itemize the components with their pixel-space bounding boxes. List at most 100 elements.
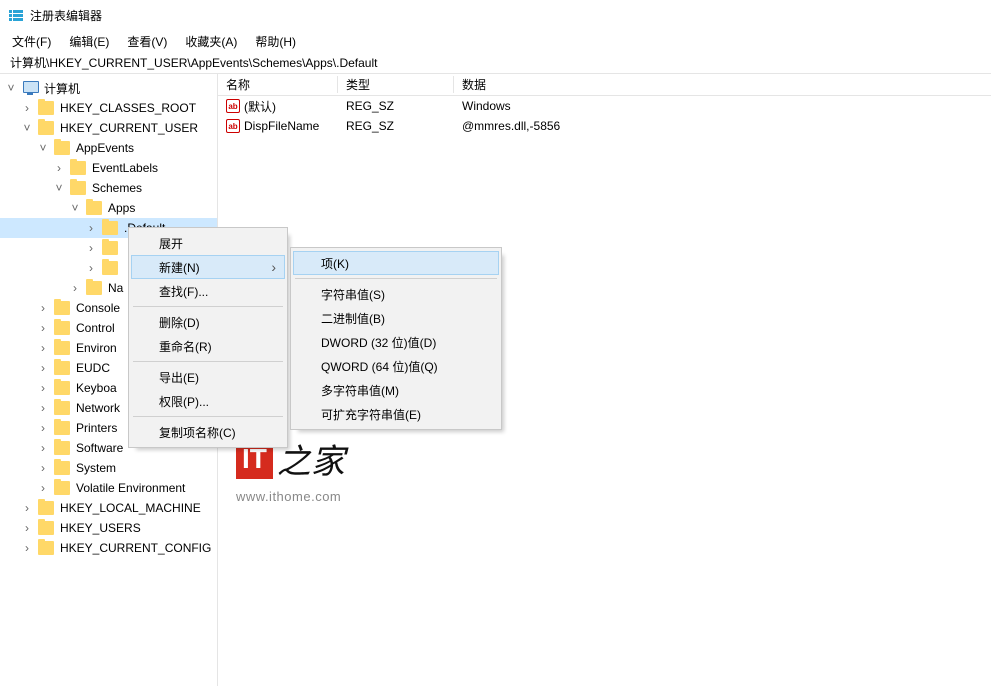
tree-node-schemes[interactable]: ˅Schemes — [0, 178, 217, 198]
ctx-new-multistring[interactable]: 多字符串值(M) — [293, 378, 499, 402]
chevron-right-icon[interactable]: › — [52, 162, 66, 174]
chevron-right-icon[interactable]: › — [20, 102, 34, 114]
ctx-find[interactable]: 查找(F)... — [131, 279, 285, 303]
chevron-right-icon[interactable]: › — [36, 362, 50, 374]
ctx-copy-key-name[interactable]: 复制项名称(C) — [131, 420, 285, 444]
string-value-icon: ab — [226, 119, 240, 133]
tree-node-hku[interactable]: ›HKEY_USERS — [0, 518, 217, 538]
tree-node-hklm[interactable]: ›HKEY_LOCAL_MACHINE — [0, 498, 217, 518]
chevron-down-icon[interactable]: ˅ — [36, 142, 50, 154]
value-name: (默认) — [244, 98, 276, 115]
menu-edit[interactable]: 编辑(E) — [61, 31, 117, 52]
col-header-data[interactable]: 数据 — [454, 76, 991, 93]
string-value-icon: ab — [226, 99, 240, 113]
folder-icon — [102, 241, 118, 255]
value-row[interactable]: ab DispFileName REG_SZ @mmres.dll,-5856 — [218, 116, 991, 136]
tree-node-appevents[interactable]: ˅AppEvents — [0, 138, 217, 158]
chevron-right-icon[interactable]: › — [36, 322, 50, 334]
tree-node-system[interactable]: ›System — [0, 458, 217, 478]
chevron-down-icon[interactable]: ˅ — [52, 182, 66, 194]
address-input[interactable] — [8, 55, 983, 71]
folder-icon — [38, 101, 54, 115]
chevron-right-icon[interactable]: › — [36, 342, 50, 354]
ctx-rename[interactable]: 重命名(R) — [131, 334, 285, 358]
chevron-down-icon[interactable]: ˅ — [4, 82, 18, 94]
ctx-delete[interactable]: 删除(D) — [131, 310, 285, 334]
chevron-right-icon[interactable]: › — [36, 422, 50, 434]
folder-icon — [86, 201, 102, 215]
chevron-down-icon[interactable]: ˅ — [20, 122, 34, 134]
ctx-new-binary[interactable]: 二进制值(B) — [293, 306, 499, 330]
tree-node-apps[interactable]: ˅Apps — [0, 198, 217, 218]
chevron-right-icon[interactable]: › — [20, 502, 34, 514]
ctx-new-key[interactable]: 项(K) — [293, 251, 499, 275]
tree-node-hkcr[interactable]: ›HKEY_CLASSES_ROOT — [0, 98, 217, 118]
ctx-expand[interactable]: 展开 — [131, 231, 285, 255]
ctx-new-qword[interactable]: QWORD (64 位)值(Q) — [293, 354, 499, 378]
menu-view[interactable]: 查看(V) — [119, 31, 175, 52]
folder-icon — [54, 141, 70, 155]
value-type: REG_SZ — [338, 119, 454, 133]
address-bar — [0, 52, 991, 74]
menu-help[interactable]: 帮助(H) — [247, 31, 304, 52]
context-submenu-new: 项(K) 字符串值(S) 二进制值(B) DWORD (32 位)值(D) QW… — [290, 247, 502, 430]
folder-icon — [38, 541, 54, 555]
tree-node-hkcu[interactable]: ˅HKEY_CURRENT_USER — [0, 118, 217, 138]
value-name: DispFileName — [244, 119, 319, 133]
folder-icon — [54, 301, 70, 315]
folder-icon — [54, 381, 70, 395]
menu-bar: 文件(F) 编辑(E) 查看(V) 收藏夹(A) 帮助(H) — [0, 30, 991, 52]
col-header-name[interactable]: 名称 — [218, 76, 338, 93]
folder-icon — [86, 281, 102, 295]
menu-favorites[interactable]: 收藏夹(A) — [177, 31, 245, 52]
regedit-window: 注册表编辑器 文件(F) 编辑(E) 查看(V) 收藏夹(A) 帮助(H) ˅计… — [0, 0, 991, 686]
chevron-right-icon[interactable]: › — [84, 242, 98, 254]
chevron-right-icon[interactable]: › — [36, 462, 50, 474]
context-menu-key: 展开 新建(N) 查找(F)... 删除(D) 重命名(R) 导出(E) 权限(… — [128, 227, 288, 448]
folder-icon — [38, 501, 54, 515]
ctx-export[interactable]: 导出(E) — [131, 365, 285, 389]
ctx-permissions[interactable]: 权限(P)... — [131, 389, 285, 413]
chevron-right-icon[interactable]: › — [36, 402, 50, 414]
tree-node-eventlabels[interactable]: ›EventLabels — [0, 158, 217, 178]
chevron-right-icon[interactable]: › — [36, 442, 50, 454]
chevron-right-icon[interactable]: › — [36, 482, 50, 494]
folder-icon — [38, 521, 54, 535]
value-data: @mmres.dll,-5856 — [454, 119, 991, 133]
title-bar[interactable]: 注册表编辑器 — [0, 0, 991, 30]
chevron-right-icon[interactable]: › — [20, 522, 34, 534]
folder-icon — [54, 401, 70, 415]
computer-icon — [22, 81, 38, 95]
watermark-url: www.ithome.com — [236, 489, 345, 504]
ctx-new-string[interactable]: 字符串值(S) — [293, 282, 499, 306]
value-row[interactable]: ab(默认) REG_SZ Windows — [218, 96, 991, 116]
folder-icon — [54, 481, 70, 495]
folder-icon — [38, 121, 54, 135]
tree-node-volenv[interactable]: ›Volatile Environment — [0, 478, 217, 498]
chevron-right-icon[interactable]: › — [36, 302, 50, 314]
tree-node-hkcc[interactable]: ›HKEY_CURRENT_CONFIG — [0, 538, 217, 558]
chevron-right-icon[interactable]: › — [36, 382, 50, 394]
folder-icon — [102, 221, 118, 235]
folder-icon — [54, 461, 70, 475]
chevron-down-icon[interactable]: ˅ — [68, 202, 82, 214]
chevron-right-icon[interactable]: › — [84, 262, 98, 274]
folder-icon — [70, 181, 86, 195]
ctx-separator — [133, 306, 283, 307]
folder-icon — [54, 441, 70, 455]
ctx-new-expandstring[interactable]: 可扩充字符串值(E) — [293, 402, 499, 426]
chevron-right-icon[interactable]: › — [20, 542, 34, 554]
ctx-new-dword[interactable]: DWORD (32 位)值(D) — [293, 330, 499, 354]
folder-icon — [54, 421, 70, 435]
folder-icon — [54, 321, 70, 335]
tree-root-computer[interactable]: ˅计算机 — [0, 78, 217, 98]
col-header-type[interactable]: 类型 — [338, 76, 454, 93]
chevron-right-icon[interactable]: › — [68, 282, 82, 294]
chevron-right-icon[interactable]: › — [84, 222, 98, 234]
ctx-separator — [133, 361, 283, 362]
ctx-separator — [295, 278, 497, 279]
menu-file[interactable]: 文件(F) — [4, 31, 59, 52]
ctx-new[interactable]: 新建(N) — [131, 255, 285, 279]
value-type: REG_SZ — [338, 99, 454, 113]
column-headers: 名称 类型 数据 — [218, 74, 991, 96]
